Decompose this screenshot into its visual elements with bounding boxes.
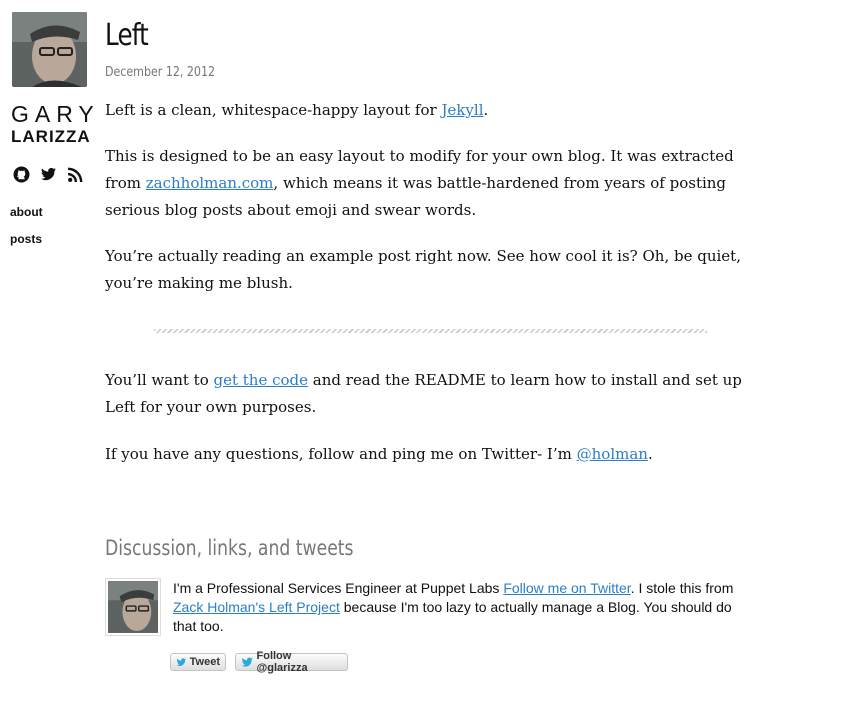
post-date: December 12, 2012 [105, 65, 216, 80]
author-last-name: LARIZZA [11, 127, 91, 146]
left-project-link[interactable]: Zack Holman's Left Project [173, 599, 340, 615]
author-bio: I'm a Professional Services Engineer at … [173, 580, 734, 634]
tweet-button-label: Tweet [189, 656, 220, 668]
paragraph-questions: If you have any questions, follow and pi… [105, 445, 653, 463]
github-icon[interactable] [13, 166, 30, 183]
twitter-icon[interactable] [40, 166, 57, 183]
twitter-bird-icon [176, 657, 186, 666]
follow-button-label: Follow @glarizza [256, 650, 308, 674]
paragraph-get-code: You’ll want to get the code and read the… [105, 371, 742, 416]
bio-avatar [105, 578, 161, 636]
holman-twitter-link[interactable]: @holman [577, 445, 648, 463]
twitter-bird-icon [241, 657, 253, 667]
nav-about-link[interactable]: about [10, 205, 43, 219]
paragraph-intro: Left is a clean, whitespace-happy layout… [105, 101, 489, 119]
get-the-code-link[interactable]: get the code [214, 371, 309, 389]
nav-posts-link[interactable]: posts [10, 232, 42, 246]
paragraph-example: You’re actually reading an example post … [105, 247, 741, 292]
discussion-heading: Discussion, links, and tweets [105, 536, 354, 560]
follow-button[interactable]: Follow @glarizza [235, 650, 348, 674]
social-links [13, 166, 84, 183]
follow-twitter-link[interactable]: Follow me on Twitter [503, 580, 630, 596]
section-divider [154, 329, 707, 333]
zachholman-link[interactable]: zachholman.com [146, 174, 274, 192]
author-avatar [12, 12, 87, 87]
author-first-name: GARY [11, 101, 100, 127]
jekyll-link[interactable]: Jekyll [441, 101, 483, 119]
rss-icon[interactable] [67, 166, 84, 183]
post-title: Left [105, 18, 149, 53]
tweet-button[interactable]: Tweet [170, 653, 226, 671]
paragraph-origin: This is designed to be an easy layout to… [105, 147, 734, 219]
